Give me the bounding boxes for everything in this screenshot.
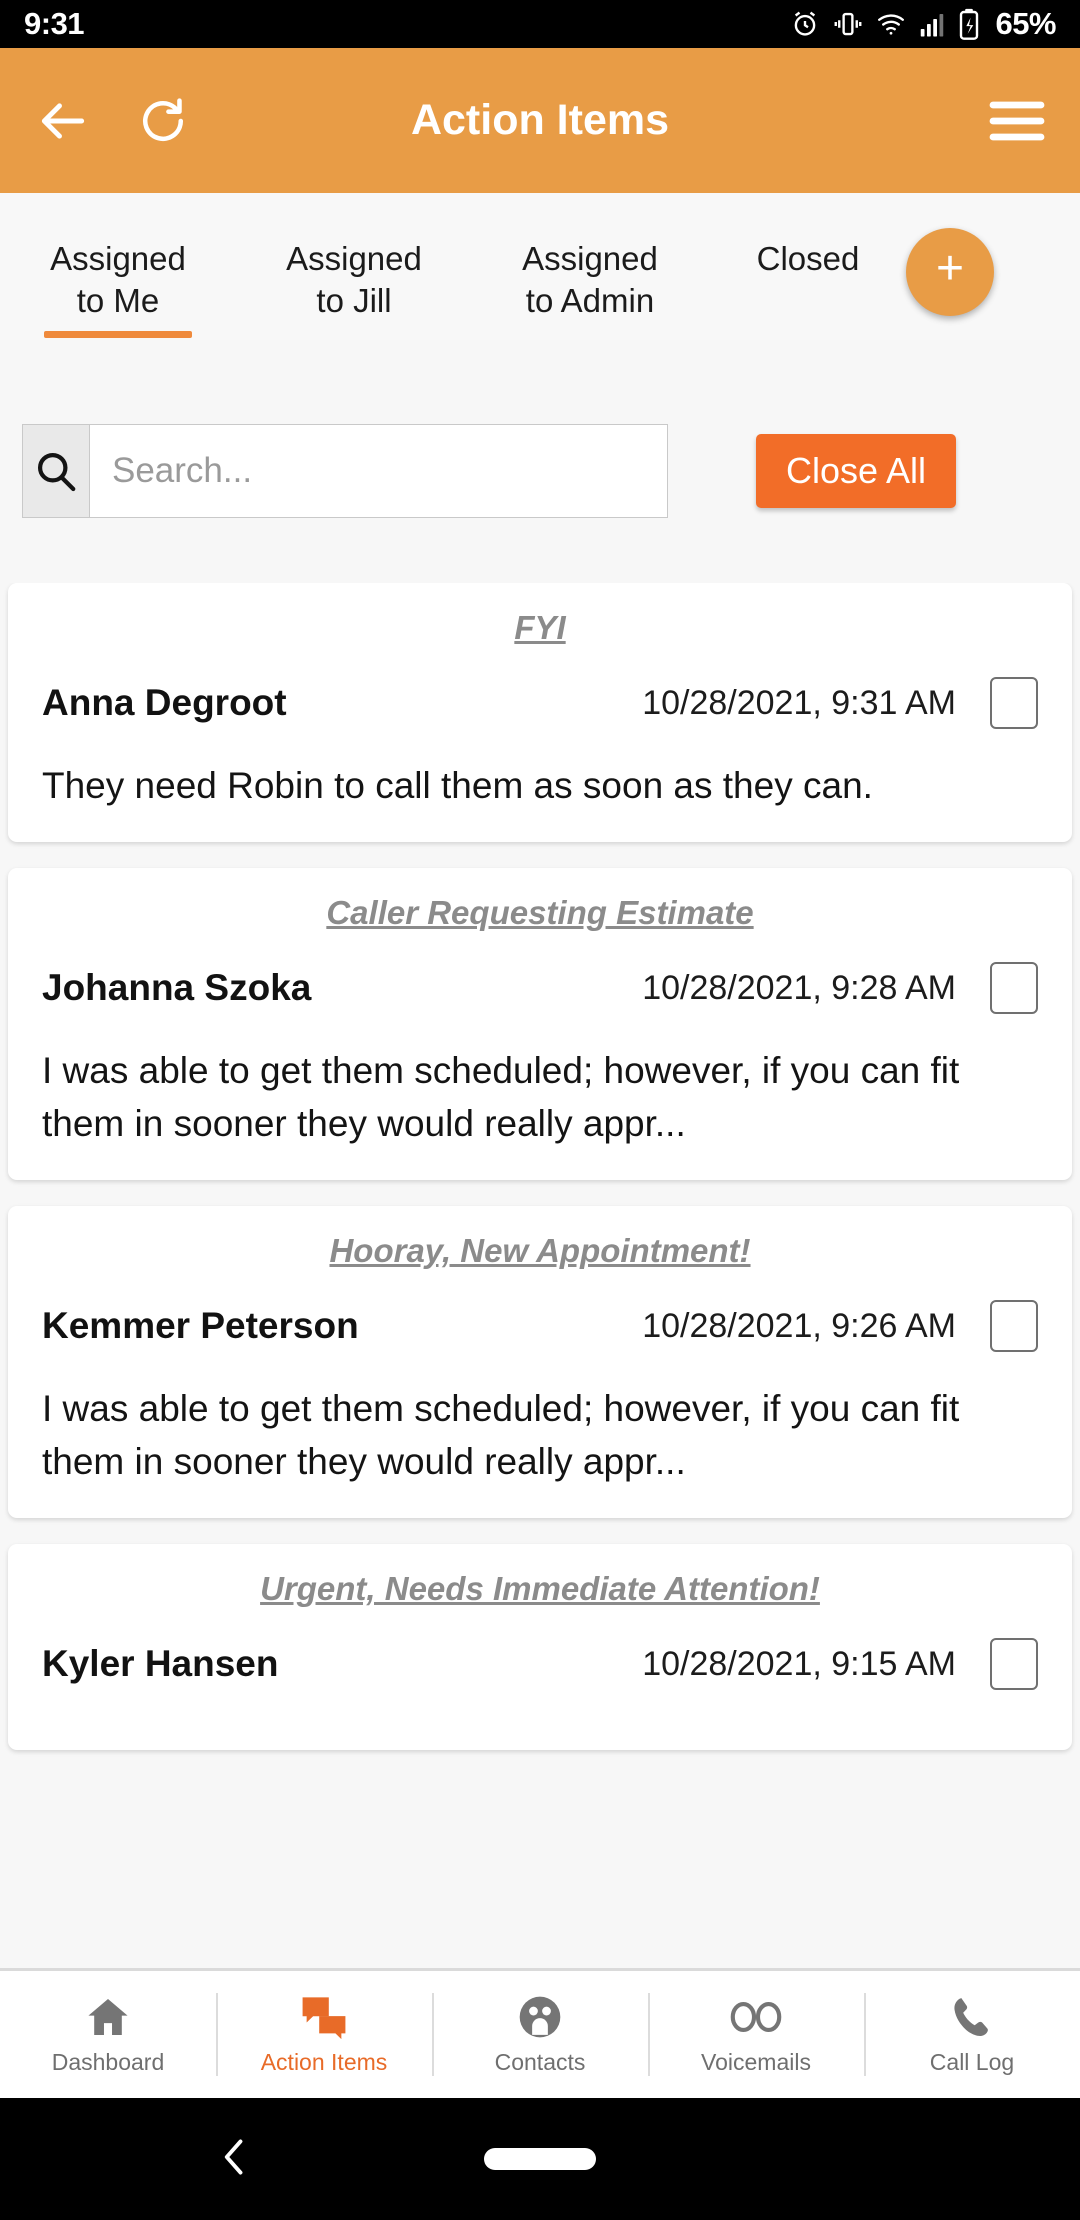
tab-assigned-to-admin[interactable]: Assigned to Admin	[472, 238, 708, 322]
bottom-navigation-bar: Dashboard Action Items Contacts Voicemai…	[0, 1968, 1080, 2098]
alarm-icon	[790, 9, 820, 39]
vibrate-icon	[833, 9, 863, 39]
tab-label-line1: Assigned	[522, 240, 658, 277]
tab-label-line2: to Admin	[525, 282, 655, 319]
nav-item-action-items[interactable]: Action Items	[216, 1971, 432, 2098]
nav-label: Call Log	[929, 2049, 1015, 2075]
status-bar-icons: 65%	[790, 6, 1056, 42]
action-item-title: Caller Requesting Estimate	[326, 894, 754, 931]
action-item-title: FYI	[514, 609, 566, 646]
battery-charging-icon	[958, 8, 980, 40]
tab-label-line1: Assigned	[50, 240, 186, 277]
action-item-timestamp: 10/28/2021, 9:15 AM	[642, 1644, 956, 1683]
nav-item-contacts[interactable]: Contacts	[432, 1971, 648, 2098]
battery-percent: 65%	[995, 6, 1056, 41]
action-item-message: I was able to get them scheduled; howeve…	[42, 1388, 960, 1482]
action-item-checkbox[interactable]	[990, 1638, 1038, 1690]
action-item-header-row: Kemmer Peterson 10/28/2021, 9:26 AM	[42, 1300, 1038, 1352]
nav-label: Voicemails	[701, 2049, 811, 2075]
tab-label-line1: Closed	[756, 240, 860, 277]
status-bar: 9:31 65%	[0, 0, 1080, 48]
nav-label: Action Items	[260, 2049, 388, 2075]
tab-label-line2: to Jill	[316, 282, 392, 319]
tab-label-line1: Assigned	[286, 240, 422, 277]
tab-label-line2: to Me	[76, 282, 160, 319]
home-indicator-pill[interactable]	[484, 2148, 596, 2170]
nav-item-voicemails[interactable]: Voicemails	[648, 1971, 864, 2098]
tab-assigned-to-me[interactable]: Assigned to Me	[0, 238, 236, 322]
action-item-contact-name: Johanna Szoka	[42, 967, 312, 1008]
action-item-card[interactable]: Hooray, New Appointment! Kemmer Peterson…	[8, 1206, 1072, 1518]
chat-bubble-icon	[300, 1993, 348, 2041]
action-item-message: They need Robin to call them as soon as …	[42, 765, 873, 806]
refresh-icon[interactable]	[126, 84, 200, 158]
nav-label: Contacts	[494, 2049, 586, 2075]
app-bar: Action Items	[0, 48, 1080, 193]
tab-active-indicator	[44, 331, 192, 338]
action-item-checkbox[interactable]	[990, 962, 1038, 1014]
nav-label: Dashboard	[51, 2049, 165, 2075]
voicemail-icon	[729, 1993, 783, 2041]
signal-icon	[919, 9, 945, 39]
phone-icon	[949, 1993, 995, 2041]
action-item-card[interactable]: Urgent, Needs Immediate Attention! Kyler…	[8, 1544, 1072, 1750]
action-items-list[interactable]: FYI Anna Degroot 10/28/2021, 9:31 AM The…	[0, 583, 1080, 1952]
add-action-item-fab[interactable]: +	[906, 228, 994, 316]
action-item-header-row: Kyler Hansen 10/28/2021, 9:15 AM	[42, 1638, 1038, 1690]
action-item-timestamp: 10/28/2021, 9:31 AM	[642, 683, 956, 722]
wifi-icon	[876, 9, 906, 39]
search-box[interactable]	[22, 424, 668, 518]
action-item-checkbox[interactable]	[990, 677, 1038, 729]
action-item-header-row: Johanna Szoka 10/28/2021, 9:28 AM	[42, 962, 1038, 1014]
action-item-contact-name: Anna Degroot	[42, 682, 287, 723]
system-navigation-bar	[0, 2098, 1080, 2220]
action-item-title: Urgent, Needs Immediate Attention!	[260, 1570, 820, 1607]
action-item-timestamp: 10/28/2021, 9:28 AM	[642, 968, 956, 1007]
action-item-header-row: Anna Degroot 10/28/2021, 9:31 AM	[42, 677, 1038, 729]
system-back-icon[interactable]	[218, 2135, 252, 2184]
phone-screen: 9:31 65% Action Items Assigned to Me Ass…	[0, 0, 1080, 2220]
tab-assigned-to-jill[interactable]: Assigned to Jill	[236, 238, 472, 322]
action-item-title: Hooray, New Appointment!	[329, 1232, 751, 1269]
home-icon	[85, 1993, 131, 2041]
nav-item-dashboard[interactable]: Dashboard	[0, 1971, 216, 2098]
action-item-checkbox[interactable]	[990, 1300, 1038, 1352]
search-row: Close All	[0, 424, 1080, 520]
search-input[interactable]	[90, 425, 667, 517]
action-item-message: I was able to get them scheduled; howeve…	[42, 1050, 960, 1144]
action-item-card[interactable]: Caller Requesting Estimate Johanna Szoka…	[8, 868, 1072, 1180]
close-all-button[interactable]: Close All	[756, 434, 956, 508]
nav-item-call-log[interactable]: Call Log	[864, 1971, 1080, 2098]
action-item-card[interactable]: FYI Anna Degroot 10/28/2021, 9:31 AM The…	[8, 583, 1072, 842]
action-item-timestamp: 10/28/2021, 9:26 AM	[642, 1306, 956, 1345]
contacts-icon	[517, 1993, 563, 2041]
tab-closed[interactable]: Closed	[708, 238, 908, 280]
hamburger-menu-icon[interactable]	[980, 84, 1054, 158]
back-arrow-icon[interactable]	[26, 84, 100, 158]
status-bar-time: 9:31	[24, 6, 85, 41]
fab-label: +	[935, 242, 965, 295]
search-icon[interactable]	[23, 425, 90, 517]
action-item-contact-name: Kemmer Peterson	[42, 1305, 359, 1346]
action-item-contact-name: Kyler Hansen	[42, 1643, 279, 1684]
